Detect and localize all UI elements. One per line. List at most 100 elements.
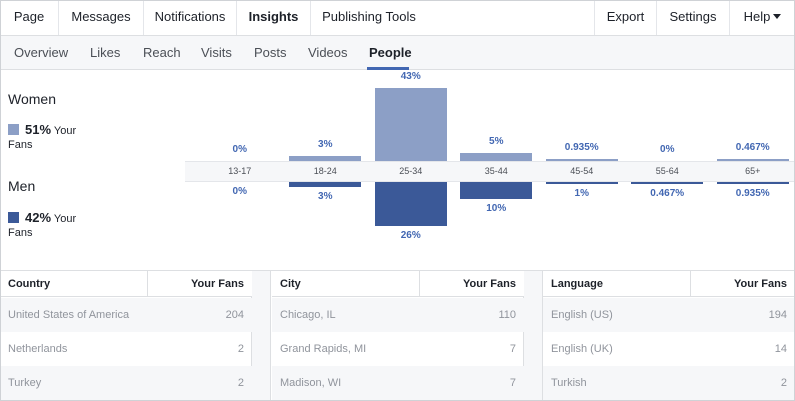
nav-notifications[interactable]: Notifications	[144, 0, 236, 35]
men-bar[interactable]	[289, 182, 362, 188]
age-label: 55-64	[655, 166, 679, 176]
row-name: United States of America	[8, 309, 130, 321]
row-value: 7	[509, 377, 516, 389]
table-header: Country Your Fans	[0, 271, 252, 297]
women-suffix2: Fans	[8, 139, 33, 151]
table-row[interactable]: Netherlands 2	[0, 332, 252, 366]
men-value-label: 3%	[318, 191, 333, 203]
men-label: Men	[8, 178, 36, 194]
row-value: 2	[237, 377, 244, 389]
table-header: City Your Fans	[272, 271, 524, 297]
tab-reach[interactable]: Reach	[143, 36, 181, 70]
table-row[interactable]: English (US) 194	[543, 298, 795, 332]
nav-insights[interactable]: Insights	[237, 0, 310, 35]
women-value-label: 5%	[489, 135, 504, 147]
men-suffix2: Fans	[8, 227, 33, 239]
men-value-label: 0.935%	[735, 188, 770, 199]
table-gutter	[523, 271, 543, 401]
age-label: 18-24	[313, 166, 337, 176]
tab-posts[interactable]: Posts	[254, 36, 287, 70]
chevron-down-icon	[773, 14, 782, 20]
row-name: Turkish	[551, 377, 587, 389]
nav-messages[interactable]: Messages	[59, 0, 143, 35]
women-value-label: 0%	[232, 144, 247, 155]
row-value: 204	[225, 309, 244, 321]
age-label: 45-54	[570, 166, 594, 176]
row-name: Netherlands	[8, 343, 68, 355]
row-name: Turkey	[8, 377, 42, 389]
men-bar[interactable]	[460, 182, 533, 199]
women-bar[interactable]	[374, 88, 447, 161]
women-swatch	[8, 124, 19, 135]
row-name: English (UK)	[551, 343, 613, 355]
nav-help[interactable]: Help	[730, 0, 795, 35]
nav-page[interactable]: Page	[0, 0, 58, 35]
men-value-label: 0%	[232, 186, 247, 197]
nav-settings[interactable]: Settings	[657, 0, 729, 35]
table-header: Language Your Fans	[543, 271, 795, 297]
women-suffix: Your	[53, 125, 77, 137]
table-row[interactable]: English (UK) 14	[543, 332, 795, 366]
row-value: 2	[237, 343, 244, 355]
men-bar[interactable]	[716, 182, 789, 184]
women-value-label: 43%	[400, 71, 421, 82]
table-row[interactable]: United States of America 204	[0, 298, 252, 332]
men-value-label: 0.467%	[650, 188, 685, 199]
table-row[interactable]: Madison, WI 7	[272, 366, 524, 400]
men-suffix: Your	[53, 213, 77, 225]
nav-export[interactable]: Export	[595, 0, 656, 35]
women-value-label: 0%	[660, 144, 675, 155]
women-bar[interactable]	[460, 152, 533, 161]
women-label: Women	[8, 91, 56, 107]
women-bar[interactable]	[545, 159, 618, 161]
nav-publishing-tools[interactable]: Publishing Tools	[311, 0, 427, 35]
country-header[interactable]: Country	[8, 271, 50, 297]
row-value: 110	[498, 309, 516, 321]
age-label: 25-34	[399, 166, 423, 176]
men-summary: 42% Your Fans	[8, 211, 76, 240]
tab-overview[interactable]: Overview	[14, 36, 68, 70]
table-row[interactable]: Grand Rapids, MI 7	[272, 332, 524, 366]
language-header[interactable]: Language	[551, 271, 603, 297]
fans-header[interactable]: Your Fans	[191, 271, 244, 297]
tab-likes[interactable]: Likes	[90, 36, 120, 70]
row-name: Grand Rapids, MI	[280, 343, 367, 355]
header-divider	[147, 271, 148, 297]
nav-help-label: Help	[743, 9, 771, 24]
row-value: 2	[780, 377, 787, 389]
table-row[interactable]: Chicago, IL 110	[272, 298, 524, 332]
sub-nav: Overview Likes Reach Visits Posts Videos…	[0, 36, 795, 70]
table-row[interactable]: Turkey 2	[0, 366, 252, 400]
men-value-label: 26%	[400, 230, 421, 242]
top-nav: Page Messages Notifications Insights Pub…	[0, 0, 795, 36]
row-value: 194	[768, 309, 787, 321]
age-label: 65+	[745, 166, 761, 176]
tab-visits[interactable]: Visits	[201, 36, 232, 70]
row-name: Madison, WI	[280, 377, 342, 389]
row-name: English (US)	[551, 309, 613, 321]
tab-people[interactable]: People	[369, 36, 412, 70]
header-divider	[690, 271, 691, 297]
women-bar[interactable]	[716, 159, 789, 161]
women-summary: 51% Your Fans	[8, 123, 76, 152]
table-row[interactable]: Turkish 2	[543, 366, 795, 400]
age-label: 35-44	[484, 166, 508, 176]
women-percent: 51%	[25, 122, 52, 137]
women-value-label: 0.467%	[735, 142, 770, 153]
tab-videos[interactable]: Videos	[308, 36, 348, 70]
city-header[interactable]: City	[280, 271, 301, 297]
men-bar[interactable]	[631, 182, 704, 184]
row-value: 7	[509, 343, 516, 355]
fans-header[interactable]: Your Fans	[734, 271, 787, 297]
men-value-label: 1%	[574, 188, 589, 199]
men-value-label: 10%	[486, 202, 507, 214]
men-bar[interactable]	[374, 182, 447, 227]
women-bar[interactable]	[289, 155, 362, 161]
men-percent: 42%	[25, 210, 52, 225]
table-gutter	[251, 271, 271, 401]
women-value-label: 0.935%	[564, 142, 599, 153]
fans-header[interactable]: Your Fans	[463, 271, 516, 297]
row-value: 14	[774, 343, 787, 355]
men-bar[interactable]	[545, 182, 618, 184]
active-tab-indicator	[367, 67, 409, 70]
